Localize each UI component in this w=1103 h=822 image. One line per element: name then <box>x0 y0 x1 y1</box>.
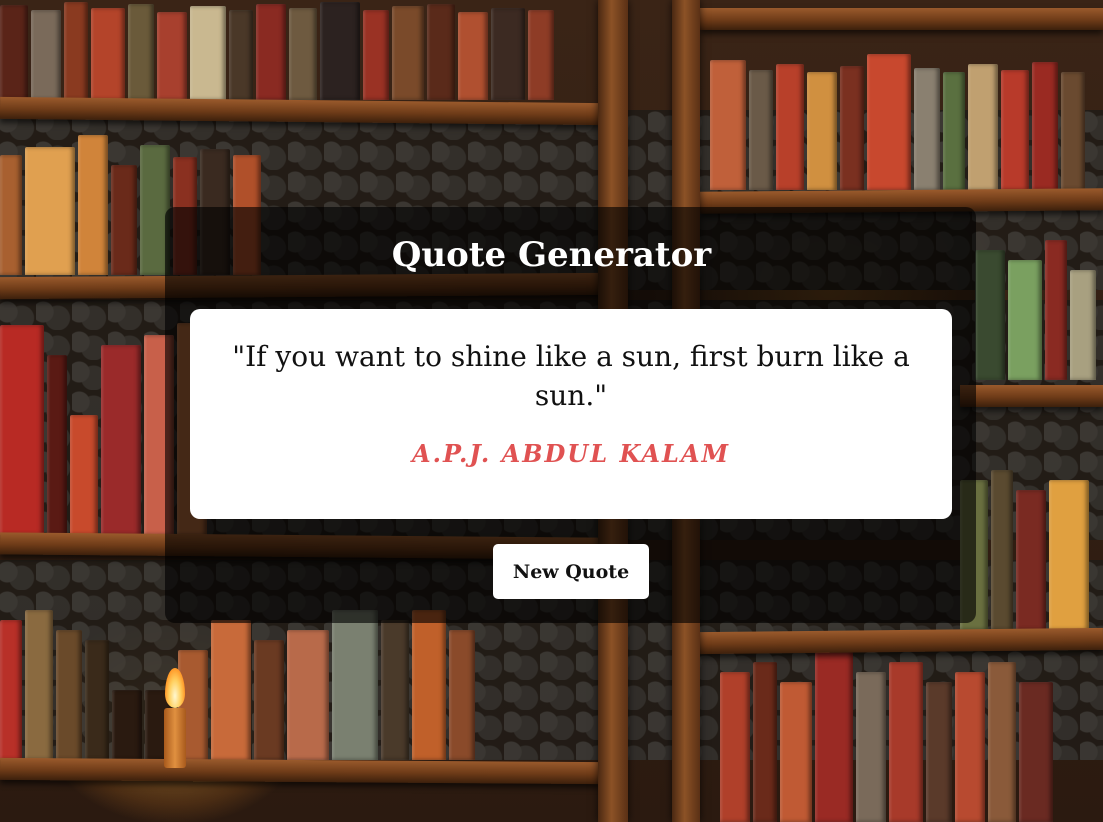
book-row <box>710 50 1085 190</box>
shelf-plank <box>699 627 1103 655</box>
book-row <box>960 460 1089 630</box>
book-row <box>0 0 554 100</box>
page-title: Quote Generator <box>391 235 712 275</box>
shelf-plank <box>700 8 1103 30</box>
new-quote-button[interactable]: New Quote <box>493 544 649 599</box>
shelf-plank <box>0 757 601 785</box>
shelf-plank <box>960 385 1103 407</box>
quote-card: "If you want to shine like a sun, first … <box>190 309 952 519</box>
candle-icon <box>164 708 186 768</box>
quote-author: A.P.J. ABDUL KALAM <box>411 439 731 468</box>
book-row <box>0 600 475 760</box>
book-row <box>720 650 1053 822</box>
quote-text: "If you want to shine like a sun, first … <box>232 340 910 412</box>
